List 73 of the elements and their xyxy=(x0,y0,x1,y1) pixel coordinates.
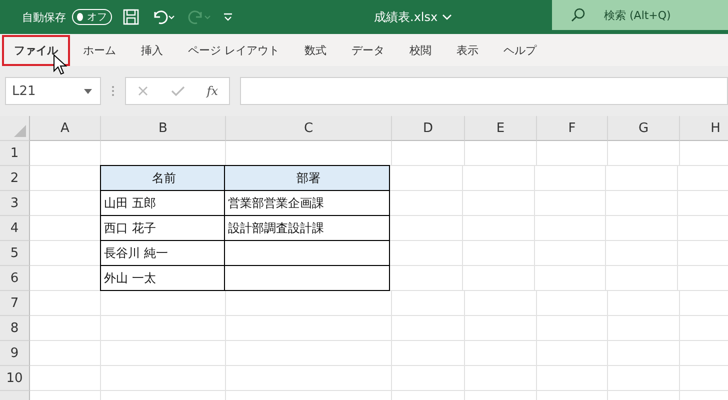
row-header[interactable]: 2 xyxy=(10,170,19,186)
chevron-down-icon[interactable] xyxy=(442,13,452,21)
empty-cell xyxy=(465,341,537,366)
empty-cell xyxy=(608,366,680,391)
row-header[interactable]: 8 xyxy=(10,320,19,336)
empty-cell xyxy=(535,241,606,266)
empty-cell xyxy=(535,216,606,241)
empty-cell xyxy=(463,191,535,216)
mouse-pointer-icon xyxy=(53,54,67,76)
row-header[interactable]: 1 xyxy=(10,146,19,160)
empty-cell xyxy=(465,316,537,341)
column-header[interactable]: F xyxy=(568,120,576,136)
empty-cell xyxy=(463,166,535,191)
row-header[interactable]: 4 xyxy=(10,220,19,236)
row-header[interactable]: 3 xyxy=(10,196,19,210)
empty-cell xyxy=(606,166,678,191)
search-icon[interactable] xyxy=(570,7,586,23)
autosave-label: 自動保存 xyxy=(22,10,66,24)
column-header[interactable]: A xyxy=(60,120,70,136)
empty-cell xyxy=(608,341,680,366)
ribbon-tab[interactable]: ヘルプ xyxy=(492,34,548,66)
empty-cell xyxy=(535,166,606,191)
ribbon-tab[interactable]: ホーム xyxy=(71,34,128,66)
file-name[interactable]: 成績表.xlsx xyxy=(374,8,452,26)
empty-cell xyxy=(465,366,537,391)
ribbon-tab[interactable]: ファイル xyxy=(2,34,70,66)
empty-cell xyxy=(535,266,606,291)
ribbon-tab[interactable]: 校閲 xyxy=(398,34,444,66)
column-header[interactable]: D xyxy=(422,120,433,136)
ribbon-tab[interactable]: データ xyxy=(340,34,396,66)
empty-cell xyxy=(465,291,537,316)
empty-cell xyxy=(535,191,606,216)
empty-cell xyxy=(606,266,678,291)
column-header[interactable]: G xyxy=(638,120,649,136)
ribbon-tab[interactable]: 挿入 xyxy=(129,34,175,66)
search-field[interactable]: 検索 (Alt+Q) xyxy=(552,0,728,30)
insert-function-button[interactable]: fx xyxy=(206,84,218,98)
table-cell: 外山 一太 xyxy=(100,265,225,291)
customize-icon[interactable] xyxy=(222,11,234,23)
select-all-icon[interactable] xyxy=(14,125,26,137)
ribbon-tab[interactable]: 数式 xyxy=(292,34,338,66)
empty-cell xyxy=(537,316,608,341)
column-header[interactable]: C xyxy=(304,120,314,136)
grip-icon xyxy=(111,84,115,98)
empty-cell xyxy=(537,341,608,366)
autosave-toggle[interactable]: オフ xyxy=(72,9,112,25)
empty-cell xyxy=(606,241,678,266)
row-header[interactable]: 9 xyxy=(10,346,19,360)
enter-icon[interactable] xyxy=(170,85,185,97)
empty-cell xyxy=(608,316,680,341)
empty-cell xyxy=(463,241,535,266)
row-header[interactable]: 6 xyxy=(10,270,19,286)
ribbon-tab[interactable]: ページ レイアウト xyxy=(176,34,292,66)
column-header[interactable]: E xyxy=(496,120,505,136)
ribbon-tab[interactable]: 表示 xyxy=(444,34,490,66)
empty-cell xyxy=(606,191,678,216)
header-cell: 部署 xyxy=(224,165,390,191)
empty-cell xyxy=(537,291,608,316)
redo-icon[interactable] xyxy=(186,8,212,26)
empty-cell xyxy=(463,266,535,291)
column-header[interactable]: H xyxy=(710,120,720,136)
row-header[interactable]: 5 xyxy=(10,246,19,260)
row-header[interactable]: 7 xyxy=(10,296,19,310)
empty-cell xyxy=(537,366,608,391)
column-header[interactable]: B xyxy=(158,120,168,136)
formula-field[interactable] xyxy=(240,77,728,105)
empty-cell xyxy=(606,216,678,241)
save-icon[interactable] xyxy=(122,8,140,26)
cancel-icon[interactable] xyxy=(136,85,149,97)
empty-cell xyxy=(463,216,535,241)
header-cell: 名前 xyxy=(100,165,225,191)
empty-cell xyxy=(608,291,680,316)
name-box[interactable]: L21 xyxy=(5,77,101,105)
